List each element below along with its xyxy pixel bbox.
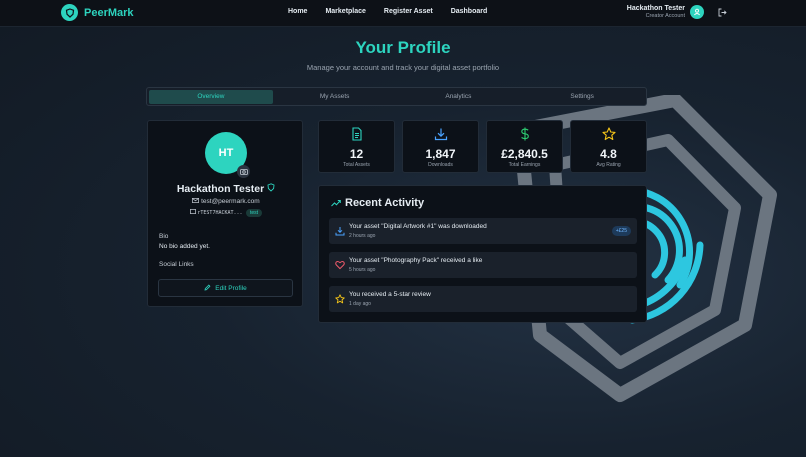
user-icon[interactable] <box>690 5 704 19</box>
stat-value: 1,847 <box>425 147 456 161</box>
activity-time: 5 hours ago <box>349 267 376 273</box>
social-links-label: Social Links <box>159 261 194 268</box>
nav-link-dashboard[interactable]: Dashboard <box>451 8 488 15</box>
page-title: Your Profile <box>355 38 451 57</box>
activity-text: Your asset "Digital Artwork #1" was down… <box>349 223 487 230</box>
stat-value: 12 <box>349 147 364 161</box>
nav-links: Home Marketplace Register Asset Dashboar… <box>280 8 505 15</box>
stat-downloads: 1,847 Downloads <box>402 120 479 173</box>
bio-label: Bio <box>159 233 169 240</box>
shield-icon <box>61 4 78 21</box>
profile-card: HT Hackathon Tester test@peermark.com rT… <box>147 120 303 307</box>
trending-up-icon <box>331 200 341 207</box>
verified-shield-icon <box>267 183 275 195</box>
mail-icon <box>192 198 200 205</box>
stat-value: 4.8 <box>600 147 617 161</box>
profile-email-row: test@peermark.com <box>148 198 304 205</box>
bio-text: No bio added yet. <box>159 243 210 250</box>
heart-icon <box>335 260 345 270</box>
nav-link-marketplace[interactable]: Marketplace <box>325 8 365 15</box>
file-icon <box>352 127 362 141</box>
activity-time: 1 day ago <box>349 301 371 307</box>
profile-tabs: Overview My Assets Analytics Settings <box>146 87 647 106</box>
profile-email: test@peermark.com <box>201 198 260 205</box>
profile-wallet-row: rTEST7HACKAT... test <box>148 209 304 217</box>
logout-icon[interactable] <box>718 8 727 17</box>
camera-icon[interactable] <box>237 165 250 178</box>
star-icon <box>602 127 616 141</box>
stat-value: £2,840.5 <box>501 147 548 161</box>
recent-activity-header: Recent Activity <box>331 197 424 209</box>
download-icon <box>434 128 448 141</box>
stat-label: Total Earnings <box>508 162 541 168</box>
dollar-icon <box>521 127 529 141</box>
activity-item[interactable]: Your asset "Digital Artwork #1" was down… <box>329 218 637 244</box>
brand[interactable]: PeerMark <box>61 4 134 21</box>
activity-item[interactable]: You received a 5-star review 1 day ago <box>329 286 637 312</box>
profile-name: Hackathon Tester <box>176 183 265 195</box>
stat-label: Avg Rating <box>596 162 621 168</box>
star-icon <box>335 294 345 304</box>
edit-profile-label: Edit Profile <box>215 284 247 292</box>
earning-badge: +£25 <box>611 226 631 236</box>
profile-name-row: Hackathon Tester <box>148 183 304 195</box>
activity-time: 2 hours ago <box>349 233 376 239</box>
nav-link-register-asset[interactable]: Register Asset <box>384 8 433 15</box>
pencil-icon <box>204 284 211 293</box>
edit-profile-button[interactable]: Edit Profile <box>158 279 293 297</box>
download-icon <box>335 227 345 236</box>
activity-item[interactable]: Your asset "Photography Pack" received a… <box>329 252 637 278</box>
tab-my-assets[interactable]: My Assets <box>273 90 397 104</box>
user-info: Hackathon Tester Creator Account <box>627 5 685 19</box>
top-navigation-bar: PeerMark Home Marketplace Register Asset… <box>0 0 806 27</box>
stat-avg-rating: 4.8 Avg Rating <box>570 120 647 173</box>
activity-text: You received a 5-star review <box>349 291 431 298</box>
tab-overview[interactable]: Overview <box>149 89 273 104</box>
stat-total-earnings: £2,840.5 Total Earnings <box>486 120 563 173</box>
stat-label: Total Assets <box>343 162 370 168</box>
wallet-address[interactable]: rTEST7HACKAT... <box>197 210 242 216</box>
brand-name: PeerMark <box>84 6 134 19</box>
recent-activity-card: Recent Activity Your asset "Digital Artw… <box>318 185 647 323</box>
wallet-tag: test <box>245 209 262 217</box>
tab-analytics[interactable]: Analytics <box>397 90 521 104</box>
wallet-icon <box>190 209 196 216</box>
tab-settings[interactable]: Settings <box>520 90 644 104</box>
page-subtitle: Manage your account and track your digit… <box>306 63 500 72</box>
recent-activity-title: Recent Activity <box>345 197 425 209</box>
activity-text: Your asset "Photography Pack" received a… <box>349 257 483 264</box>
stat-label: Downloads <box>428 162 453 168</box>
user-role: Creator Account <box>645 13 685 19</box>
user-name: Hackathon Tester <box>626 5 685 12</box>
stat-total-assets: 12 Total Assets <box>318 120 395 173</box>
nav-link-home[interactable]: Home <box>288 8 307 15</box>
